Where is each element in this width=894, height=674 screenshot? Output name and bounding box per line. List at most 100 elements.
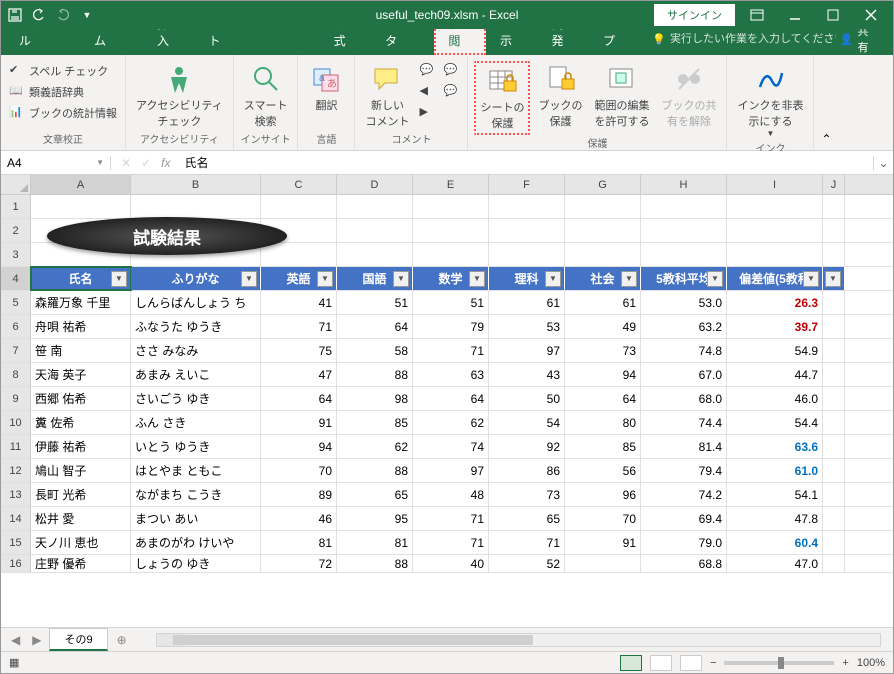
cell[interactable]: [823, 411, 845, 434]
macro-record-icon[interactable]: ▦: [9, 656, 19, 669]
cell[interactable]: 笹 南: [31, 339, 131, 362]
cell[interactable]: [565, 243, 641, 266]
cell[interactable]: [823, 339, 845, 362]
cell[interactable]: 91: [261, 411, 337, 434]
cell[interactable]: 70: [565, 507, 641, 530]
cell[interactable]: 67.0: [641, 363, 727, 386]
cell[interactable]: [261, 195, 337, 218]
cell[interactable]: 96: [565, 483, 641, 506]
translate-button[interactable]: aあ 翻訳: [304, 61, 348, 115]
row-header[interactable]: 10: [1, 411, 31, 434]
cell[interactable]: [337, 195, 413, 218]
cell[interactable]: [565, 219, 641, 242]
cell[interactable]: 73: [489, 483, 565, 506]
cell[interactable]: [823, 291, 845, 314]
cell[interactable]: [823, 555, 845, 572]
cell[interactable]: はとやま ともこ: [131, 459, 261, 482]
cell[interactable]: [823, 459, 845, 482]
cell[interactable]: 85: [565, 435, 641, 458]
cell[interactable]: [823, 507, 845, 530]
cell[interactable]: ふなうた ゆうき: [131, 315, 261, 338]
cell[interactable]: 75: [261, 339, 337, 362]
cell[interactable]: しょうの ゆき: [131, 555, 261, 572]
cell[interactable]: [337, 219, 413, 242]
cell[interactable]: 63: [413, 363, 489, 386]
cell[interactable]: あまのがわ けいや: [131, 531, 261, 554]
cell[interactable]: 49: [565, 315, 641, 338]
cell[interactable]: [727, 195, 823, 218]
cell[interactable]: [641, 243, 727, 266]
row-header[interactable]: 4: [1, 267, 31, 290]
cell[interactable]: [823, 387, 845, 410]
cell[interactable]: 39.7: [727, 315, 823, 338]
cell[interactable]: [823, 363, 845, 386]
qat-customize-icon[interactable]: ▼: [79, 7, 95, 23]
redo-icon[interactable]: [55, 7, 71, 23]
cell[interactable]: 51: [337, 291, 413, 314]
cell[interactable]: 鳩山 智子: [31, 459, 131, 482]
cell[interactable]: [823, 195, 845, 218]
cell[interactable]: 88: [337, 555, 413, 572]
cell[interactable]: 松井 愛: [31, 507, 131, 530]
cell[interactable]: 50: [489, 387, 565, 410]
accessibility-check-button[interactable]: アクセシビリティ チェック: [132, 61, 227, 131]
zoom-level[interactable]: 100%: [857, 657, 885, 669]
undo-icon[interactable]: [31, 7, 47, 23]
column-header[interactable]: C: [261, 175, 337, 194]
cell[interactable]: 81.4: [641, 435, 727, 458]
signin-button[interactable]: サインイン: [654, 4, 735, 26]
cell[interactable]: あまみ えいこ: [131, 363, 261, 386]
table-header-cell[interactable]: 理科: [489, 267, 565, 290]
cell[interactable]: 64: [565, 387, 641, 410]
table-header-cell[interactable]: 社会: [565, 267, 641, 290]
cell[interactable]: 西郷 佑希: [31, 387, 131, 410]
cell[interactable]: いとう ゆうき: [131, 435, 261, 458]
cell[interactable]: さいごう ゆき: [131, 387, 261, 410]
show-all-comments-button[interactable]: 💬: [441, 82, 461, 102]
row-header[interactable]: 12: [1, 459, 31, 482]
cell[interactable]: 71: [261, 315, 337, 338]
cell[interactable]: 41: [261, 291, 337, 314]
cell[interactable]: 69.4: [641, 507, 727, 530]
formula-input[interactable]: [180, 156, 873, 170]
cell[interactable]: 71: [489, 531, 565, 554]
cell[interactable]: 74.2: [641, 483, 727, 506]
cell[interactable]: [131, 195, 261, 218]
cell[interactable]: [823, 483, 845, 506]
row-header[interactable]: 13: [1, 483, 31, 506]
cell[interactable]: [413, 195, 489, 218]
cell[interactable]: 81: [337, 531, 413, 554]
column-header[interactable]: E: [413, 175, 489, 194]
cell[interactable]: 43: [489, 363, 565, 386]
ribbon-display-icon[interactable]: [741, 4, 773, 26]
cell[interactable]: 森羅万象 千里: [31, 291, 131, 314]
cell[interactable]: 73: [565, 339, 641, 362]
cell[interactable]: [31, 195, 131, 218]
cell[interactable]: 88: [337, 459, 413, 482]
cell[interactable]: [489, 219, 565, 242]
cell[interactable]: 89: [261, 483, 337, 506]
cell[interactable]: [641, 195, 727, 218]
cell[interactable]: 61: [565, 291, 641, 314]
workbook-stats-button[interactable]: 📊ブックの統計情報: [7, 103, 119, 123]
cell[interactable]: 46.0: [727, 387, 823, 410]
cell[interactable]: [489, 195, 565, 218]
cell[interactable]: 53: [489, 315, 565, 338]
spell-check-button[interactable]: ✔スペル チェック: [7, 61, 119, 81]
expand-formula-bar-icon[interactable]: ⌄: [873, 156, 893, 170]
table-header-cell[interactable]: 国語: [337, 267, 413, 290]
cell[interactable]: 86: [489, 459, 565, 482]
cell[interactable]: 94: [565, 363, 641, 386]
cell[interactable]: 54.1: [727, 483, 823, 506]
cell[interactable]: 天海 英子: [31, 363, 131, 386]
cell[interactable]: ながまち こうき: [131, 483, 261, 506]
cell[interactable]: 64: [261, 387, 337, 410]
column-header[interactable]: B: [131, 175, 261, 194]
cell[interactable]: 94: [261, 435, 337, 458]
cell[interactable]: 65: [489, 507, 565, 530]
cell[interactable]: 47.8: [727, 507, 823, 530]
cell[interactable]: 97: [489, 339, 565, 362]
normal-view-icon[interactable]: [620, 655, 642, 671]
cell[interactable]: 71: [413, 339, 489, 362]
cell[interactable]: 46: [261, 507, 337, 530]
